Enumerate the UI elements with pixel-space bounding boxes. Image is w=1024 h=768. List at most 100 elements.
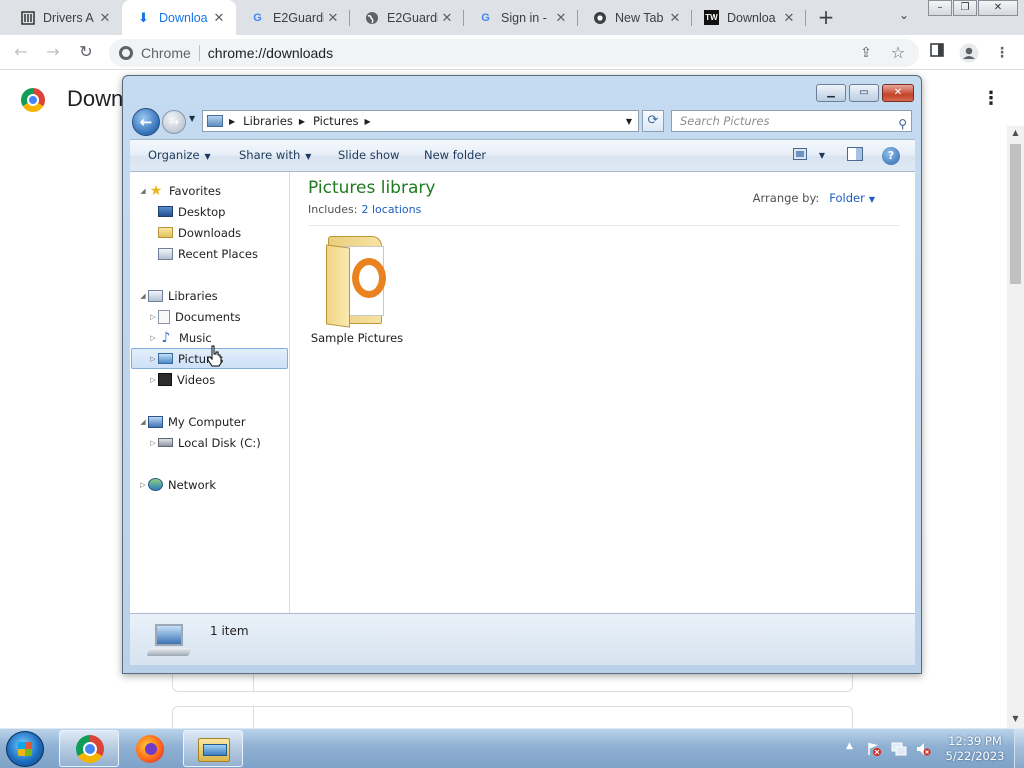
caret-down-icon[interactable]: ▼ <box>869 195 875 204</box>
tab-drivers[interactable]: Drivers A ✕ <box>0 0 122 35</box>
page-title: Down <box>67 86 124 111</box>
tab-search-icon[interactable]: ⌄ <box>894 8 914 28</box>
address-breadcrumb[interactable]: ▶ Libraries ▶ Pictures ▶ ▼ <box>202 110 639 132</box>
taskbar-firefox-button[interactable] <box>120 730 180 767</box>
locations-link[interactable]: 2 locations <box>361 203 421 216</box>
reload-icon[interactable]: ↻ <box>74 41 98 65</box>
scroll-thumb[interactable] <box>1010 144 1021 284</box>
breadcrumb-arrow-icon[interactable]: ▶ <box>229 117 235 126</box>
address-bar[interactable]: Chrome chrome://downloads <box>109 39 919 67</box>
expand-arrow-icon[interactable]: ▷ <box>148 355 158 363</box>
arrange-label: Arrange by: <box>752 191 820 205</box>
breadcrumb-arrow-icon[interactable]: ▶ <box>365 117 371 126</box>
start-button[interactable] <box>6 731 44 767</box>
menu-icon[interactable]: ⋮ <box>992 43 1012 63</box>
nav-favorites[interactable]: ◢ ★ Favorites <box>138 180 296 201</box>
show-hidden-icons-icon[interactable]: ▲ <box>846 741 853 751</box>
new-folder-button[interactable]: New folder <box>424 140 486 171</box>
close-icon[interactable]: ✕ <box>666 10 684 26</box>
minimize-button[interactable]: – <box>928 0 952 16</box>
nav-label: Videos <box>177 372 216 387</box>
explorer-maximize-button[interactable]: ▭ <box>849 84 879 102</box>
show-desktop-button[interactable] <box>1014 729 1024 768</box>
forward-arrow-icon[interactable]: → <box>41 41 65 65</box>
share-with-button[interactable]: Share with ▼ <box>239 140 311 171</box>
chrome-icon <box>76 735 104 763</box>
tab-downloads-2[interactable]: TW Downloa ✕ <box>692 0 806 35</box>
system-clock[interactable]: 12:39 PM 5/22/2023 <box>944 734 1006 764</box>
collapse-arrow-icon[interactable]: ◢ <box>138 187 148 195</box>
volume-muted-icon[interactable] <box>915 741 931 757</box>
breadcrumb-pictures[interactable]: Pictures <box>313 114 359 128</box>
refresh-icon[interactable]: ⟳ <box>642 110 664 132</box>
scroll-up-icon[interactable]: ▲ <box>1007 126 1024 140</box>
arrange-by: Arrange by: Folder ▼ <box>753 191 875 205</box>
nav-my-computer[interactable]: ◢ My Computer <box>138 411 296 432</box>
tab-e2guardian-2[interactable]: E2Guardi ✕ <box>350 0 464 35</box>
scroll-down-icon[interactable]: ▼ <box>1007 712 1024 726</box>
change-view-icon[interactable] <box>792 147 808 165</box>
profile-avatar-icon[interactable] <box>959 43 979 63</box>
expand-arrow-icon[interactable]: ▷ <box>148 313 158 321</box>
page-scrollbar[interactable]: ▲ ▼ <box>1007 126 1024 728</box>
breadcrumb-arrow-icon[interactable]: ▶ <box>299 117 305 126</box>
tab-sign-in[interactable]: G Sign in - ✕ <box>464 0 578 35</box>
back-button[interactable]: ← <box>132 108 160 136</box>
search-input[interactable]: Search Pictures ⚲ <box>671 110 912 132</box>
close-icon[interactable]: ✕ <box>210 10 228 26</box>
explorer-close-button[interactable]: ✕ <box>882 84 914 102</box>
nav-videos[interactable]: ▷ Videos <box>148 369 306 390</box>
close-icon[interactable]: ✕ <box>438 10 456 26</box>
expand-arrow-icon[interactable]: ▷ <box>148 439 158 447</box>
chrome-icon <box>592 10 607 25</box>
action-center-icon[interactable] <box>866 741 882 757</box>
close-icon[interactable]: ✕ <box>780 10 798 26</box>
preview-pane-icon[interactable] <box>846 147 864 165</box>
nav-network[interactable]: ▷ Network <box>138 474 296 495</box>
share-icon[interactable]: ⇪ <box>856 43 876 63</box>
address-dropdown-icon[interactable]: ▼ <box>626 117 632 126</box>
new-tab-button[interactable]: + <box>814 6 838 30</box>
taskbar-chrome-button[interactable] <box>59 730 119 767</box>
arrange-by-dropdown[interactable]: Folder <box>829 191 865 205</box>
recent-pages-dropdown[interactable]: ▼ <box>189 114 195 123</box>
network-status-icon[interactable] <box>891 741 907 757</box>
nav-documents[interactable]: ▷ Documents <box>148 306 306 327</box>
expand-arrow-icon[interactable]: ▷ <box>138 481 148 489</box>
side-panel-icon[interactable] <box>927 43 947 63</box>
organize-button[interactable]: Organize ▼ <box>148 140 211 171</box>
expand-arrow-icon[interactable]: ▷ <box>148 334 158 342</box>
breadcrumb-libraries[interactable]: Libraries <box>243 114 293 128</box>
restore-button[interactable]: ❐ <box>953 0 977 16</box>
divider <box>198 45 200 61</box>
close-window-button[interactable]: ✕ <box>978 0 1018 16</box>
explorer-minimize-button[interactable]: ▁ <box>816 84 846 102</box>
tab-downloads[interactable]: ⬇ Downloa ✕ <box>122 0 236 35</box>
bookmark-star-icon[interactable]: ☆ <box>888 43 908 63</box>
forward-button[interactable]: → <box>162 110 186 134</box>
collapse-arrow-icon[interactable]: ◢ <box>138 418 148 426</box>
downloads-folder-icon <box>158 227 173 238</box>
search-icon[interactable]: ⚲ <box>898 114 907 134</box>
star-icon: ★ <box>149 182 163 199</box>
close-icon[interactable]: ✕ <box>96 10 114 26</box>
includes-label: Includes: <box>308 203 358 216</box>
nav-local-disk[interactable]: ▷ Local Disk (C:) <box>148 432 306 453</box>
nav-libraries[interactable]: ◢ Libraries <box>138 285 296 306</box>
more-actions-icon[interactable]: ⋮ <box>982 88 1000 112</box>
collapse-arrow-icon[interactable]: ◢ <box>138 292 148 300</box>
expand-arrow-icon[interactable]: ▷ <box>148 376 158 384</box>
tab-e2guardian-1[interactable]: G E2Guardi ✕ <box>236 0 350 35</box>
tab-new-tab[interactable]: New Tab ✕ <box>578 0 692 35</box>
close-icon[interactable]: ✕ <box>324 10 342 26</box>
folder-item[interactable]: Sample Pictures <box>308 232 406 345</box>
desktop-icon <box>158 206 173 217</box>
back-arrow-icon[interactable]: ← <box>9 41 33 65</box>
tw-icon: TW <box>704 10 719 25</box>
nav-music[interactable]: ▷ ♪ Music <box>148 327 306 348</box>
close-icon[interactable]: ✕ <box>552 10 570 26</box>
taskbar-explorer-button[interactable] <box>183 730 243 767</box>
view-options-dropdown-icon[interactable]: ▼ <box>817 147 827 165</box>
slide-show-button[interactable]: Slide show <box>338 140 399 171</box>
help-icon[interactable]: ? <box>882 147 900 165</box>
